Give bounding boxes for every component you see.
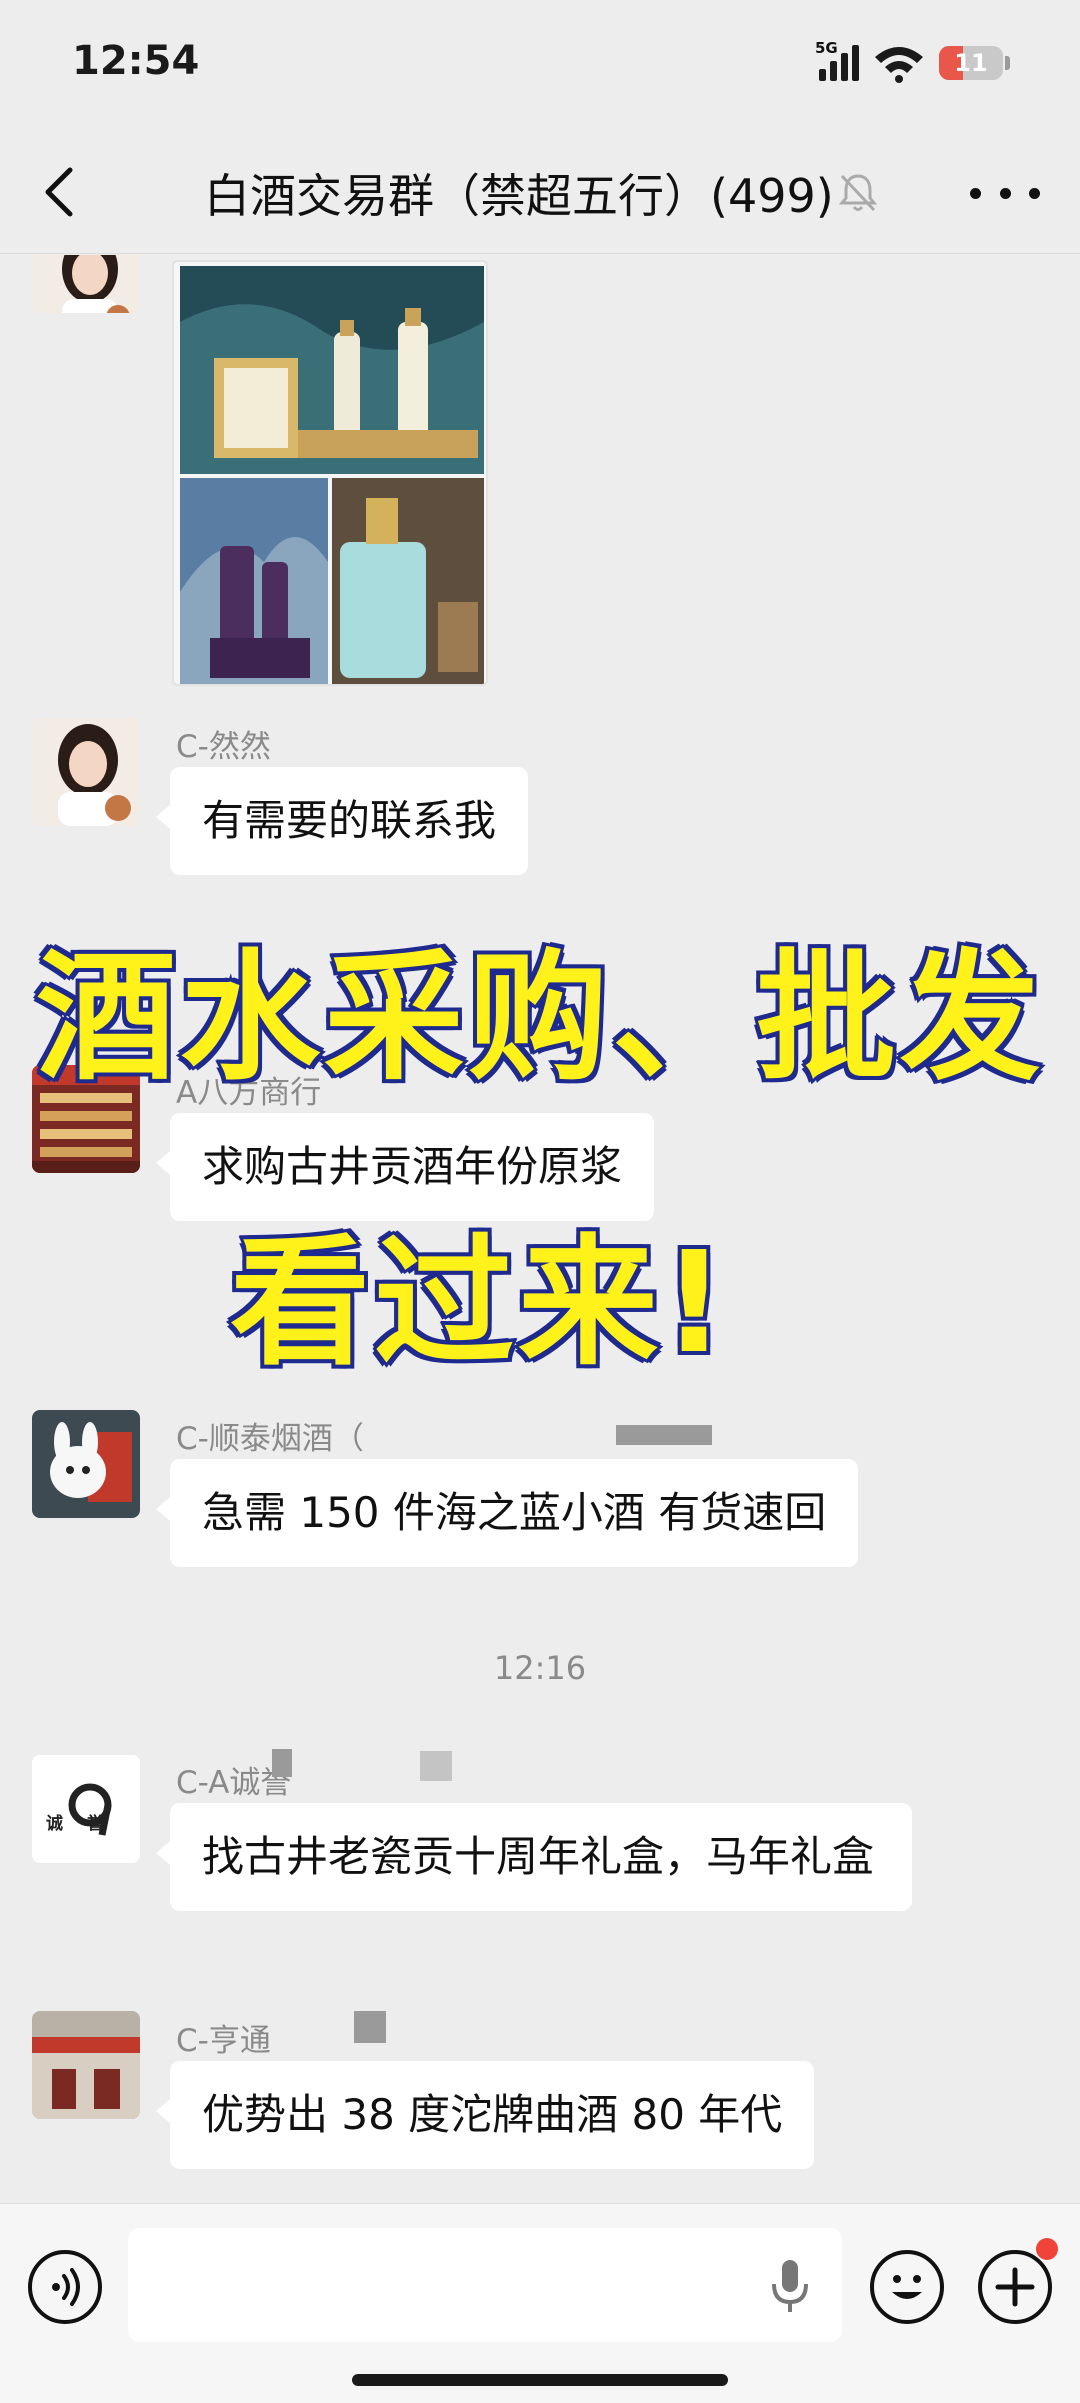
emoji-button[interactable] <box>870 2250 944 2324</box>
message-bubble[interactable]: 找古井老瓷贡十周年礼盒，马年礼盒 <box>156 1803 912 1911</box>
message-input[interactable] <box>128 2228 842 2342</box>
redaction-mosaic <box>420 1751 452 1781</box>
back-button[interactable] <box>40 164 80 220</box>
overlay-headline: 酒水采购、批发 <box>33 934 1044 1103</box>
message-bubble[interactable]: 有需要的联系我 <box>155 767 529 875</box>
avatar-badge-text: 诚誉 <box>46 1814 128 1834</box>
avatar[interactable] <box>32 1410 140 1518</box>
redaction-mosaic <box>616 1425 712 1445</box>
message-bubble[interactable]: 优势出 38 度沱牌曲酒 80 年代 <box>155 2061 815 2169</box>
chat-title: 白酒交易群（禁超五行）(499) <box>204 169 834 223</box>
network-label: 5G <box>815 39 838 57</box>
more-options-button[interactable] <box>970 168 1040 218</box>
wifi-icon <box>875 47 923 83</box>
voice-icon <box>52 2268 80 2306</box>
more-actions-button[interactable] <box>978 2250 1052 2324</box>
message-bubble[interactable]: 急需 150 件海之蓝小酒 有货速回 <box>155 1459 859 1567</box>
battery-icon: 11 <box>939 46 1003 80</box>
image-message[interactable] <box>172 260 488 686</box>
redaction-mosaic <box>354 2011 386 2043</box>
avatar[interactable] <box>32 255 140 313</box>
redaction-mosaic <box>272 1749 292 1777</box>
home-indicator[interactable] <box>352 2374 728 2386</box>
input-bar <box>0 2203 1080 2403</box>
avatar[interactable]: 诚誉 <box>32 1755 140 1863</box>
signal-icon: 5G <box>815 39 859 81</box>
overlay-subheadline: 看过来! <box>227 1219 730 1388</box>
sender-name: C-顺泰烟酒（ <box>176 1421 364 1457</box>
battery-level: 11 <box>954 49 988 77</box>
time-divider: 12:16 <box>493 1649 587 1687</box>
sender-name: C-然然 <box>176 729 271 765</box>
status-bar: 12:54 5G 11 <box>0 0 1080 130</box>
status-icons: 5G 11 <box>815 39 1010 84</box>
smiley-icon <box>892 2275 922 2299</box>
sender-name: C-亨通 <box>176 2023 271 2059</box>
status-time: 12:54 <box>72 38 200 84</box>
voice-mode-button[interactable] <box>28 2250 102 2324</box>
avatar[interactable] <box>32 2011 140 2119</box>
mute-bell-icon <box>838 174 878 212</box>
microphone-icon[interactable] <box>770 2258 810 2314</box>
chat-header: 白酒交易群（禁超五行）(499) <box>0 130 1080 254</box>
plus-icon <box>995 2267 1035 2307</box>
avatar[interactable] <box>32 718 140 826</box>
notification-dot <box>1036 2238 1058 2260</box>
